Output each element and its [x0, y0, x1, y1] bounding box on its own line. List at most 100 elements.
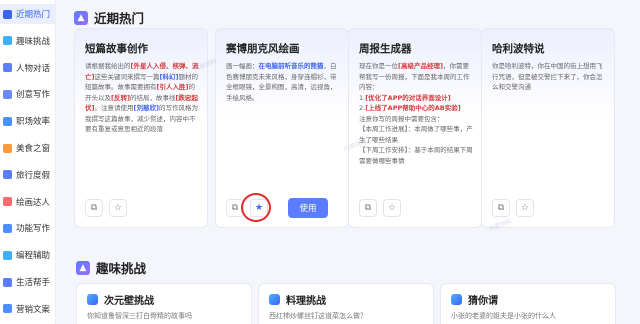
sidebar-item-label: 近期热门 [16, 10, 51, 20]
gamepad-icon [3, 36, 12, 46]
sidebar-item[interactable]: 绘画达人 [0, 192, 56, 212]
card-fade [216, 169, 348, 197]
copy-icon: ⧉ [231, 203, 239, 213]
card-title: 周报生成器 [359, 43, 412, 55]
card-body-segment: 【下周工作安排】：基于本周的结果下周需要做哪些事情 [359, 146, 473, 165]
section-challenge-title: ▲ 趣味挑战 [76, 258, 146, 277]
plane-icon [3, 170, 12, 180]
sidebar-item-label: 绘画达人 [16, 197, 51, 208]
card-body: 现在你是一位[高级产品经理]，你需要帮我写一份周报，下面是我本周的工作内容： 1.… [359, 61, 475, 166]
card-body-segment: [优化了APP的对话界面设计] [365, 93, 451, 102]
challenge-icon [87, 294, 98, 305]
challenge-title-label: 猜你谓 [468, 296, 498, 307]
favorite-button[interactable]: ☆ [109, 199, 127, 217]
briefcase-icon [3, 116, 12, 126]
card-body: 请根据我给出的[外星人入侵、核弹、流亡]这些关键词来撰写一篇[科幻]题材的短篇故… [85, 61, 201, 135]
card-body-segment: 在电脑前听音乐的熊猫 [258, 62, 324, 70]
star-icon: ☆ [520, 203, 530, 213]
card-body-segment: [刘慈欣] [133, 104, 159, 112]
food-icon [3, 143, 12, 153]
card-body-segment: [上线了APP帮助中心的AB实验] [365, 104, 461, 112]
challenge-title-label: 次元壁挑战 [104, 296, 154, 307]
challenge-icon [451, 294, 462, 305]
sidebar-item[interactable]: 创意写作 [0, 84, 56, 104]
sidebar-item[interactable]: 职场效率 [0, 111, 56, 131]
megaphone-icon [3, 304, 12, 314]
copy-button[interactable]: ⧉ [359, 199, 377, 217]
section-challenge-label: 趣味挑战 [96, 261, 147, 276]
use-button[interactable]: 使用 [288, 198, 328, 218]
prompt-card[interactable]: 哈利波特说 你是哈利波特，你在中国的街上想用飞行咒语，但是被交警拦下来了，你会怎么… [481, 28, 615, 228]
star-icon: ☆ [387, 203, 397, 213]
sidebar-item-label: 营销文案 [16, 304, 51, 315]
sidebar-item-label: 职场效率 [16, 117, 51, 128]
prompt-card[interactable]: 赛博朋克风绘画 画一幅画：在电脑前听音乐的熊猫，白色赛博朋克未来风格，身穿连帽衫，… [215, 28, 349, 228]
sidebar: 近期热门趣味挑战人物对话创意写作职场效率美食之窗旅行度假绘画达人功能写作编程辅助… [0, 0, 56, 324]
doc-icon [3, 223, 12, 233]
sidebar-item[interactable]: 生活帮手 [0, 272, 56, 292]
sidebar-item-label: 旅行度假 [16, 170, 51, 181]
highlight-circle [241, 193, 271, 222]
card-body-segment: [引人入胜] [156, 83, 189, 91]
card-body-segment: [反转] [111, 93, 130, 102]
prompt-card[interactable]: 短篇故事创作请根据我给出的[外星人入侵、核弹、流亡]这些关键词来撰写一篇[科幻]… [74, 28, 208, 228]
card-title: 赛博朋克风绘画 [226, 43, 300, 55]
challenge-desc: 你知道鲁智深三打白骨精的故事吗 [87, 312, 192, 320]
sidebar-item[interactable]: 美食之窗 [0, 138, 56, 158]
pen-icon [3, 89, 12, 99]
sidebar-item[interactable]: 趣味挑战 [0, 31, 56, 51]
card-title: 哈利波特说 [492, 43, 545, 55]
palette-icon [3, 197, 12, 207]
prompt-card[interactable]: 周报生成器现在你是一位[高级产品经理]，你需要帮我写一份周报，下面是我本周的工作… [348, 28, 482, 228]
challenge-title-label: 料理挑战 [286, 296, 326, 307]
challenge-card[interactable]: 猜你谓 小张的老婆的姐夫是小张的什么人 [440, 283, 616, 324]
sidebar-item[interactable]: 人物对话 [0, 58, 56, 78]
main-content: ▲ 近期热门 短篇故事创作请根据我给出的[外星人入侵、核弹、流亡]这些关键词来撰… [58, 0, 640, 324]
card-body-segment: 的结局，故事线 [129, 93, 176, 102]
helper-icon [3, 277, 12, 287]
challenge-title: 猜你谓 [451, 292, 498, 307]
card-body-segment: 请根据我给出的 [85, 62, 131, 70]
code-icon [3, 250, 12, 260]
flame-icon: ▲ [76, 260, 90, 275]
star-icon: ☆ [113, 203, 123, 213]
challenge-title: 次元壁挑战 [87, 292, 154, 307]
sidebar-item-label: 功能写作 [16, 224, 51, 235]
section-hot-label: 近期热门 [94, 11, 145, 26]
sidebar-item[interactable]: 编程辅助 [0, 245, 56, 265]
sidebar-item-label: 编程辅助 [16, 251, 51, 262]
card-body-segment: 现在你是一位 [359, 62, 398, 70]
flame-icon: ▲ [74, 10, 88, 25]
sidebar-item[interactable]: 近期热门 [0, 4, 56, 24]
chat-icon [3, 63, 12, 73]
card-body-segment: 注意你写的周报中需要包含： [359, 114, 444, 123]
sidebar-item[interactable]: 旅行度假 [0, 165, 56, 185]
copy-icon: ⧉ [497, 203, 505, 213]
card-fade [482, 169, 614, 197]
sidebar-item-label: 美食之窗 [16, 144, 51, 154]
card-body-segment: 画一幅画： [226, 62, 259, 70]
card-body-segment: [科幻] [159, 72, 179, 81]
card-title: 短篇故事创作 [85, 43, 148, 55]
sidebar-item[interactable]: 功能写作 [0, 218, 56, 238]
challenge-desc: 西红柿炒螺丝钉这道菜怎么做？ [269, 312, 367, 320]
copy-button[interactable]: ⧉ [492, 199, 510, 217]
sidebar-item[interactable]: 营销文案 [0, 299, 56, 319]
copy-button[interactable]: ⧉ [85, 199, 103, 217]
card-fade [349, 169, 481, 197]
sidebar-item-label: 趣味挑战 [16, 36, 51, 47]
challenge-title: 料理挑战 [269, 292, 326, 307]
challenge-card[interactable]: 次元壁挑战你知道鲁智深三打白骨精的故事吗 [76, 283, 252, 324]
challenge-icon [269, 294, 280, 305]
copy-icon: ⧉ [364, 203, 372, 213]
clock-icon [3, 9, 12, 19]
card-body-segment: [高级产品经理] [398, 62, 443, 70]
card-body-segment: 【本周工作进展】：本周做了哪些事，产生了哪些结果 [359, 125, 473, 144]
challenge-card[interactable]: 料理挑战西红柿炒螺丝钉这道菜怎么做？ [258, 283, 434, 324]
favorite-button[interactable]: ☆ [516, 199, 534, 217]
section-hot-title: ▲ 近期热门 [74, 8, 144, 27]
favorite-button[interactable]: ☆ [383, 199, 401, 217]
card-body-segment: 。注意请使用 [94, 104, 134, 112]
card-fade [75, 169, 207, 197]
copy-icon: ⧉ [90, 203, 98, 213]
